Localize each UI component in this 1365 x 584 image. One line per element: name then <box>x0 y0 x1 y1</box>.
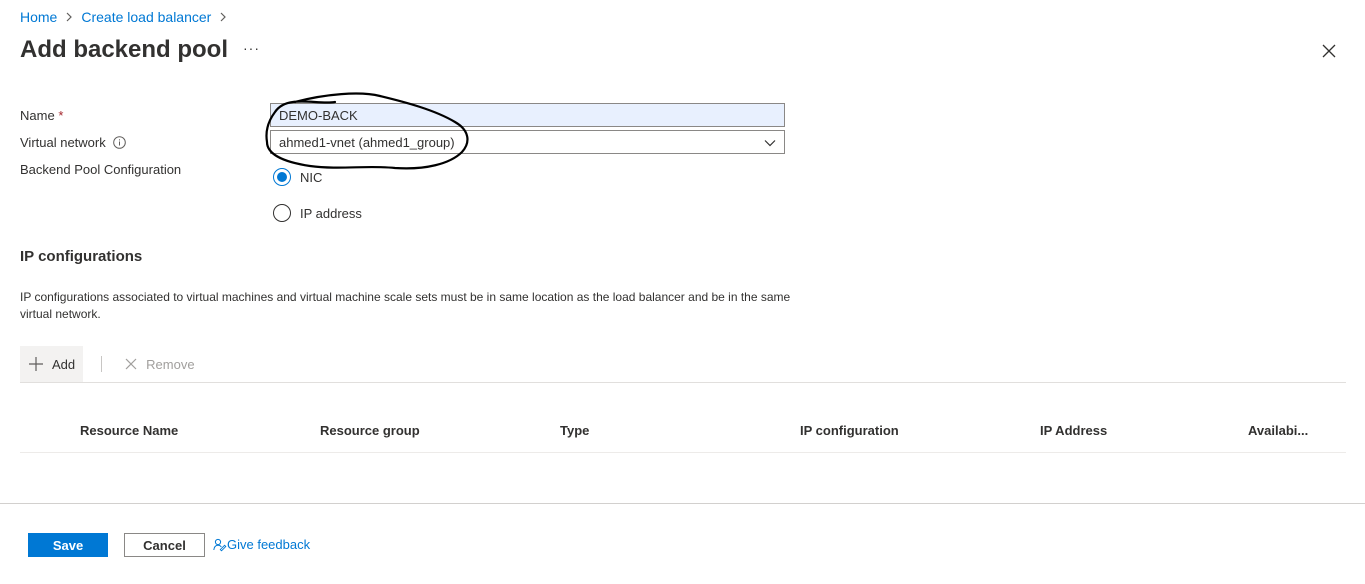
more-options-button[interactable]: ··· <box>243 40 260 56</box>
plus-icon <box>29 357 43 371</box>
radio-ip-address-label: IP address <box>300 205 362 221</box>
name-input[interactable] <box>270 103 785 127</box>
name-label-text: Name <box>20 108 55 123</box>
divider <box>20 382 1346 383</box>
cancel-button[interactable]: Cancel <box>124 533 205 557</box>
page-title: Add backend pool <box>20 36 229 63</box>
radio-ip-address[interactable]: IP address <box>273 204 362 222</box>
remove-button[interactable]: Remove <box>116 346 202 382</box>
column-header[interactable]: IP Address <box>1040 423 1107 438</box>
column-header[interactable]: Availabi... <box>1248 423 1308 438</box>
toolbar: Add Remove <box>20 346 203 382</box>
required-mark: * <box>58 108 64 123</box>
toolbar-divider <box>101 356 103 372</box>
column-header[interactable]: Type <box>560 423 589 438</box>
backend-pool-config-label: Backend Pool Configuration <box>20 162 182 177</box>
section-title: IP configurations <box>20 248 143 265</box>
divider <box>0 503 1365 504</box>
divider <box>20 452 1346 453</box>
radio-nic-label: NIC <box>300 169 323 185</box>
column-header[interactable]: Resource group <box>320 423 420 438</box>
radio-nic[interactable]: NIC <box>273 168 322 186</box>
virtual-network-select[interactable]: ahmed1-vnet (ahmed1_group) <box>270 130 785 154</box>
radio-button[interactable] <box>273 204 291 222</box>
name-label: Name * <box>20 108 63 123</box>
chevron-right-icon <box>61 9 77 25</box>
add-button-label: Add <box>52 356 76 372</box>
close-icon[interactable] <box>1320 42 1338 60</box>
virtual-network-label-text: Virtual network <box>20 135 106 150</box>
breadcrumb-create-load-balancer[interactable]: Create load balancer <box>81 9 211 25</box>
remove-button-label: Remove <box>146 356 195 372</box>
give-feedback-link[interactable]: Give feedback <box>213 537 310 552</box>
give-feedback-label: Give feedback <box>227 537 311 552</box>
breadcrumb-home[interactable]: Home <box>20 9 57 25</box>
close-icon <box>125 358 137 370</box>
breadcrumb: Home Create load balancer <box>20 9 235 25</box>
virtual-network-label: Virtual network <box>20 135 127 152</box>
section-description: IP configurations associated to virtual … <box>20 290 791 321</box>
chevron-right-icon <box>215 9 231 25</box>
add-button[interactable]: Add <box>20 346 84 382</box>
info-icon[interactable] <box>113 135 127 152</box>
radio-button[interactable] <box>273 168 291 186</box>
feedback-icon <box>213 538 227 551</box>
column-header[interactable]: Resource Name <box>80 423 178 438</box>
virtual-network-value: ahmed1-vnet (ahmed1_group) <box>279 134 455 150</box>
save-button[interactable]: Save <box>28 533 108 557</box>
table-header: Resource Name Resource group Type IP con… <box>20 414 1346 446</box>
chevron-down-icon <box>764 135 776 150</box>
column-header[interactable]: IP configuration <box>800 423 899 438</box>
